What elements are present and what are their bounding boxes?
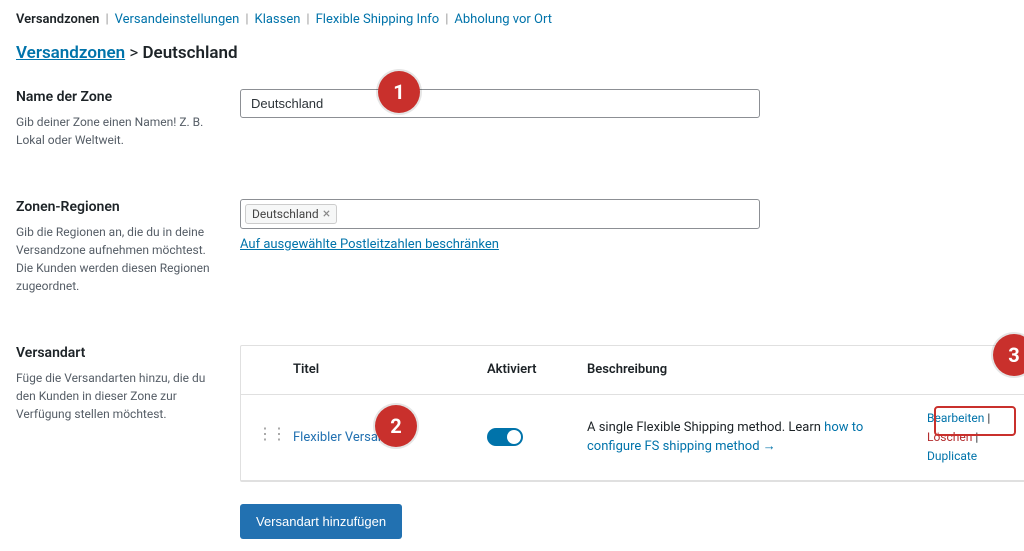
zone-region-tag[interactable]: Deutschland × [245, 204, 337, 224]
breadcrumb-current: Deutschland [142, 43, 237, 63]
method-description: A single Flexible Shipping method. Learn… [587, 418, 913, 457]
add-shipping-method-button[interactable]: Versandart hinzufügen [240, 504, 402, 539]
zone-regions-label: Zonen-Regionen [16, 199, 216, 215]
col-desc-header: Beschreibung [587, 360, 913, 380]
tab-sep: | [105, 12, 108, 27]
breadcrumb-sep: > [129, 43, 138, 63]
breadcrumb-root[interactable]: Versandzonen [16, 43, 125, 63]
breadcrumb: Versandzonen > Deutschland [16, 43, 1008, 63]
tab-sep: | [445, 12, 448, 27]
limit-postcodes-link[interactable]: Auf ausgewählte Postleitzahlen beschränk… [240, 237, 499, 252]
col-enabled-header: Aktiviert [487, 362, 573, 377]
tab-pickup[interactable]: Abholung vor Ort [454, 12, 552, 27]
method-enabled-toggle[interactable] [487, 428, 523, 446]
tab-sep: | [306, 12, 309, 27]
tab-settings[interactable]: Versandeinstellungen [115, 12, 240, 27]
shipping-method-row: Flexibler Versand A single Flexible Ship… [241, 395, 1024, 482]
zone-regions-input[interactable]: Deutschland × [240, 199, 760, 229]
shipping-methods-table: Titel Aktiviert Beschreibung Flexibler V… [240, 345, 1024, 482]
shipping-methods-label: Versandart [16, 345, 216, 361]
zone-name-label: Name der Zone [16, 89, 216, 105]
delete-method-link[interactable]: Löschen [927, 430, 972, 444]
zone-name-input[interactable] [240, 89, 760, 118]
method-desc-text: A single Flexible Shipping method. Learn [587, 420, 824, 435]
duplicate-method-link[interactable]: Duplicate [927, 449, 977, 463]
tab-sep: | [245, 12, 248, 27]
tab-fsinfo[interactable]: Flexible Shipping Info [316, 12, 440, 27]
col-title-header: Titel [293, 362, 473, 377]
zone-regions-help: Gib die Regionen an, die du in deine Ver… [16, 223, 216, 295]
tab-zones[interactable]: Versandzonen [16, 12, 99, 27]
step-marker-1: 1 [378, 71, 420, 113]
shipping-methods-help: Füge die Versandarten hinzu, die du den … [16, 369, 216, 423]
remove-tag-icon[interactable]: × [323, 207, 330, 221]
step-marker-2: 2 [375, 405, 417, 447]
sub-tabs: Versandzonen | Versandeinstellungen | Klas… [16, 12, 1008, 27]
zone-name-help: Gib deiner Zone einen Namen! Z. B. Lokal… [16, 113, 216, 149]
edit-method-link[interactable]: Bearbeiten [927, 411, 984, 425]
drag-handle-icon[interactable] [257, 427, 279, 448]
tab-classes[interactable]: Klassen [255, 12, 301, 27]
zone-region-tag-label: Deutschland [252, 207, 319, 221]
